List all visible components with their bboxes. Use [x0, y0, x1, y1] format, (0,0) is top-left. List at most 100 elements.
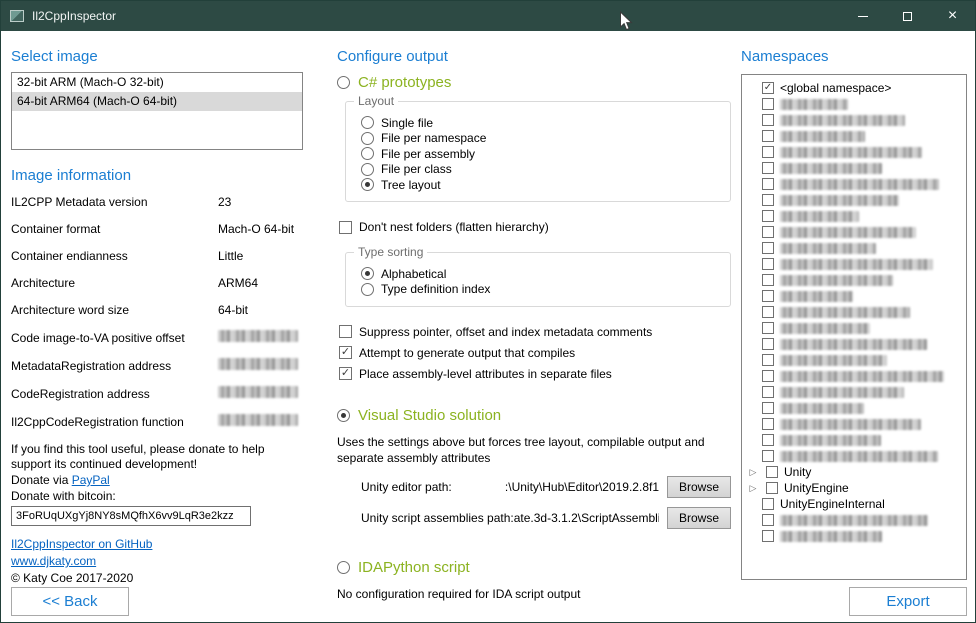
namespace-item[interactable] [742, 96, 966, 112]
namespace-item[interactable] [742, 336, 966, 352]
type-sorting-option-alphabetical[interactable]: Alphabetical [361, 267, 718, 281]
option-idapython-script[interactable]: IDAPython script [337, 559, 731, 576]
website-link[interactable]: www.djkaty.com [11, 554, 96, 568]
namespace-list[interactable]: <global namespace> ▷Unity▷UnityEngineUnit… [741, 74, 967, 580]
namespace-item[interactable] [742, 320, 966, 336]
back-button[interactable]: << Back [11, 587, 129, 616]
namespace-item[interactable] [742, 432, 966, 448]
namespace-checkbox[interactable] [762, 274, 774, 286]
namespace-checkbox[interactable] [762, 450, 774, 462]
image-list-item-64-bit-arm64-mach-o-64-bit[interactable]: 64-bit ARM64 (Mach-O 64-bit) [12, 92, 302, 111]
namespace-checkbox[interactable] [762, 322, 774, 334]
namespace-checkbox[interactable] [762, 514, 774, 526]
namespace-item[interactable] [742, 272, 966, 288]
namespace-checkbox[interactable] [762, 146, 774, 158]
app-icon[interactable] [10, 10, 24, 22]
namespace-checkbox[interactable] [762, 226, 774, 238]
namespace-item[interactable] [742, 512, 966, 528]
checkbox-attempt-to-generate-output-that-compiles[interactable]: Attempt to generate output that compiles [339, 346, 731, 360]
namespace-item[interactable] [742, 224, 966, 240]
namespace-item[interactable] [742, 256, 966, 272]
expander-icon[interactable]: ▷ [746, 467, 760, 478]
maximize-button[interactable] [885, 1, 930, 31]
namespace-item[interactable] [742, 192, 966, 208]
namespace-item[interactable] [742, 304, 966, 320]
unity-script-browse-button[interactable]: Browse [667, 507, 731, 529]
namespace-checkbox[interactable] [762, 258, 774, 270]
redacted-namespace-label [780, 323, 870, 334]
export-button[interactable]: Export [849, 587, 967, 616]
namespace-item[interactable] [742, 384, 966, 400]
namespace-checkbox[interactable] [762, 354, 774, 366]
bitcoin-address-input[interactable] [11, 506, 251, 526]
namespace-checkbox[interactable] [766, 482, 778, 494]
namespace-checkbox[interactable] [762, 530, 774, 542]
checkbox-suppress-pointer-offset-and-index-metadata-comments[interactable]: Suppress pointer, offset and index metad… [339, 325, 731, 339]
option-visual-studio-solution[interactable]: Visual Studio solution [337, 407, 731, 424]
copyright-text: © Katy Coe 2017-2020 [11, 571, 303, 585]
checkbox-place-assembly-level-attributes-in-separate-files[interactable]: Place assembly-level attributes in separ… [339, 367, 731, 381]
namespace-item[interactable] [742, 368, 966, 384]
layout-option-single-file[interactable]: Single file [361, 116, 718, 130]
github-link[interactable]: Il2CppInspector on GitHub [11, 537, 152, 551]
type-sorting-options: AlphabeticalType definition index [361, 267, 718, 297]
mouse-cursor [619, 11, 634, 32]
namespace-item[interactable] [742, 448, 966, 464]
namespace-checkbox[interactable] [762, 162, 774, 174]
close-button[interactable]: × [930, 1, 975, 31]
namespace-checkbox[interactable] [762, 242, 774, 254]
namespace-checkbox[interactable] [762, 290, 774, 302]
namespace-checkbox[interactable] [762, 178, 774, 190]
namespace-item[interactable] [742, 400, 966, 416]
namespace-item-unityengine[interactable]: ▷UnityEngine [742, 480, 966, 496]
namespace-checkbox[interactable] [762, 194, 774, 206]
minimize-button[interactable] [840, 1, 885, 31]
namespace-checkbox[interactable] [766, 466, 778, 478]
redacted-namespace-label [780, 131, 865, 142]
layout-option-file-per-class[interactable]: File per class [361, 162, 718, 176]
namespace-item[interactable] [742, 352, 966, 368]
namespace-checkbox[interactable] [762, 82, 774, 94]
namespace-item[interactable] [742, 288, 966, 304]
layout-option-tree-layout[interactable]: Tree layout [361, 178, 718, 192]
option-label: C# prototypes [358, 74, 451, 91]
unity-script-path-row: Unity script assemblies path: ate.3d-3.1… [361, 507, 731, 529]
namespace-item[interactable] [742, 112, 966, 128]
namespace-item[interactable] [742, 416, 966, 432]
image-listbox[interactable]: 32-bit ARM (Mach-O 32-bit)64-bit ARM64 (… [11, 72, 303, 150]
namespace-checkbox[interactable] [762, 434, 774, 446]
expander-icon[interactable]: ▷ [746, 483, 760, 494]
namespace-item[interactable] [742, 240, 966, 256]
type-sorting-option-type-definition-index[interactable]: Type definition index [361, 282, 718, 296]
namespace-checkbox[interactable] [762, 306, 774, 318]
namespace-checkbox[interactable] [762, 338, 774, 350]
namespace-item[interactable] [742, 160, 966, 176]
namespace-checkbox[interactable] [762, 386, 774, 398]
namespace-checkbox[interactable] [762, 114, 774, 126]
namespace-checkbox[interactable] [762, 98, 774, 110]
namespace-item[interactable] [742, 528, 966, 544]
paypal-link[interactable]: PayPal [72, 473, 110, 487]
namespace-checkbox[interactable] [762, 130, 774, 142]
namespace-item-global[interactable]: <global namespace> [742, 80, 966, 96]
namespace-item[interactable] [742, 208, 966, 224]
layout-option-file-per-namespace[interactable]: File per namespace [361, 131, 718, 145]
redacted-namespace-label [780, 195, 899, 206]
unity-editor-browse-button[interactable]: Browse [667, 476, 731, 498]
namespace-checkbox[interactable] [762, 418, 774, 430]
namespace-item[interactable] [742, 176, 966, 192]
namespace-item-unityengineinternal[interactable]: UnityEngineInternal [742, 496, 966, 512]
layout-option-file-per-assembly[interactable]: File per assembly [361, 147, 718, 161]
namespace-item-unity[interactable]: ▷Unity [742, 464, 966, 480]
namespace-item[interactable] [742, 128, 966, 144]
namespace-checkbox[interactable] [762, 498, 774, 510]
namespace-item[interactable] [742, 144, 966, 160]
namespace-label: <global namespace> [780, 81, 891, 95]
namespace-checkbox[interactable] [762, 210, 774, 222]
image-list-item-32-bit-arm-mach-o-32-bit[interactable]: 32-bit ARM (Mach-O 32-bit) [12, 73, 302, 92]
namespace-checkbox[interactable] [762, 402, 774, 414]
namespace-checkbox[interactable] [762, 370, 774, 382]
checkbox-dont-nest-folders[interactable]: Don't nest folders (flatten hierarchy) [339, 220, 731, 234]
option-csharp-prototypes[interactable]: C# prototypes [337, 74, 731, 91]
redacted-namespace-label [780, 243, 876, 254]
